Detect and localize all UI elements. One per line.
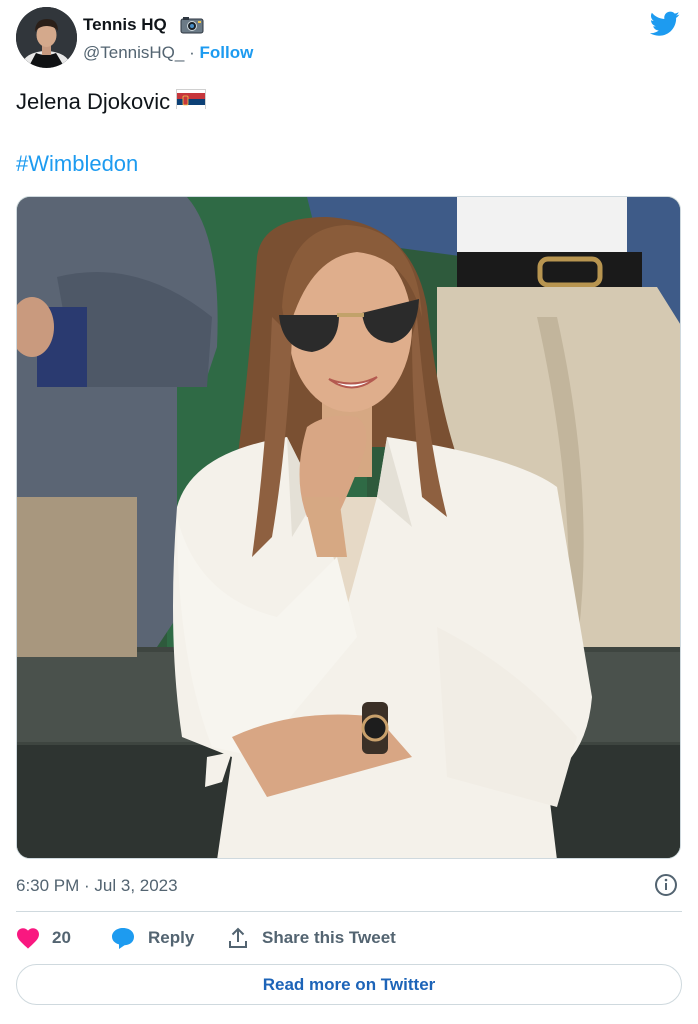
tweet-text: Jelena Djokovic bbox=[16, 88, 207, 116]
author-handle[interactable]: @TennisHQ_ bbox=[83, 43, 184, 62]
follow-button[interactable]: Follow bbox=[200, 43, 254, 62]
tweet-header: Tennis HQ @TennisHQ_ · Follow bbox=[16, 7, 682, 71]
divider bbox=[16, 911, 682, 912]
author-name[interactable]: Tennis HQ bbox=[83, 15, 167, 35]
tweet-text-content: Jelena Djokovic bbox=[16, 89, 171, 114]
info-icon[interactable] bbox=[654, 873, 678, 897]
handle-line: @TennisHQ_ · Follow bbox=[83, 43, 253, 63]
share-button[interactable]: Share this Tweet bbox=[226, 925, 396, 951]
separator: · bbox=[189, 43, 195, 62]
twitter-bird-icon[interactable] bbox=[649, 11, 680, 37]
avatar[interactable] bbox=[16, 7, 77, 68]
read-more-button[interactable]: Read more on Twitter bbox=[16, 964, 682, 1005]
reply-label: Reply bbox=[148, 928, 195, 947]
serbia-flag-icon bbox=[176, 89, 207, 111]
reply-bubble-icon bbox=[110, 926, 136, 950]
tweet-timestamp[interactable]: 6:30 PM · Jul 3, 2023 bbox=[16, 876, 178, 896]
share-label: Share this Tweet bbox=[262, 928, 396, 947]
like-button[interactable]: 20 bbox=[16, 925, 71, 951]
heart-icon bbox=[16, 927, 40, 949]
share-icon bbox=[226, 926, 250, 950]
reply-button[interactable]: Reply bbox=[110, 925, 194, 951]
tweet-photo[interactable] bbox=[16, 196, 681, 859]
camera-icon bbox=[180, 16, 204, 34]
like-count: 20 bbox=[52, 928, 71, 947]
hashtag-link[interactable]: #Wimbledon bbox=[16, 151, 138, 177]
